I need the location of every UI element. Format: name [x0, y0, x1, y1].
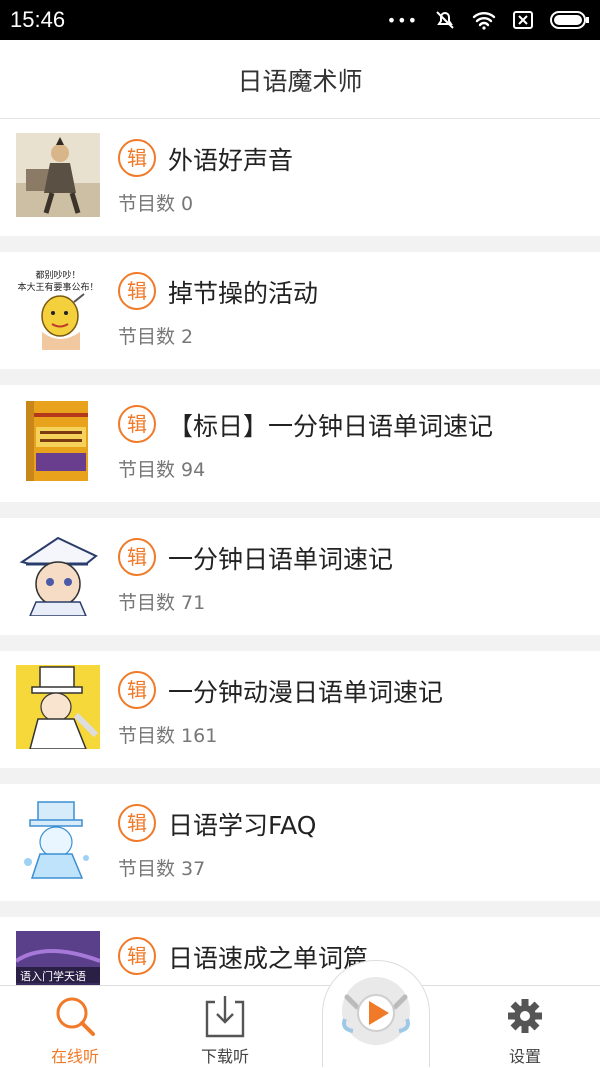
album-badge: 辑 — [118, 272, 156, 310]
album-thumbnail — [16, 665, 100, 749]
status-time: 15:46 — [10, 7, 66, 32]
album-item[interactable]: 辑 外语好声音 节目数 0 — [0, 119, 600, 236]
episode-count-label: 节目数 — [118, 858, 176, 880]
album-badge: 辑 — [118, 139, 156, 177]
album-badge: 辑 — [118, 405, 156, 443]
dots-icon: ••• — [386, 10, 418, 30]
thumb-caption-line2: 本大王有要事公布！ — [17, 281, 98, 293]
tab-download-label: 下载听 — [200, 1047, 249, 1066]
album-item[interactable]: 辑 日语学习FAQ 节目数 37 — [0, 784, 600, 901]
thumb-caption-line1: 都别吵吵！ — [35, 269, 80, 281]
tab-online-label: 在线听 — [50, 1047, 99, 1066]
episode-count-value: 94 — [181, 459, 206, 481]
episode-count-value: 161 — [181, 725, 218, 747]
album-title: 日语学习FAQ — [168, 811, 317, 840]
album-thumbnail — [16, 399, 100, 483]
play-button[interactable] — [322, 960, 430, 1067]
album-badge: 辑 — [118, 671, 156, 709]
album-thumbnail — [16, 532, 100, 616]
tab-online[interactable]: 在线听 — [0, 986, 150, 1068]
album-badge: 辑 — [118, 804, 156, 842]
album-thumbnail — [16, 133, 100, 217]
episode-count-label: 节目数 — [118, 459, 176, 481]
download-icon — [205, 996, 245, 1038]
album-item[interactable]: 辑 一分钟动漫日语单词速记 节目数 161 — [0, 651, 600, 768]
episode-count: 节目数 37 — [118, 854, 205, 881]
album-item[interactable]: 辑 一分钟日语单词速记 节目数 71 — [0, 518, 600, 635]
episode-count-value: 37 — [181, 858, 206, 880]
album-item[interactable]: 辑 【标日】一分钟日语单词速记 节目数 94 — [0, 385, 600, 502]
album-list[interactable]: 辑 外语好声音 节目数 0 都别吵吵！ 本大王有要事公布！ 辑 掉节操的活动 节目… — [0, 119, 600, 985]
battery-icon — [550, 11, 589, 29]
album-title: 外语好声音 — [168, 146, 294, 175]
episode-count-label: 节目数 — [118, 326, 176, 348]
page-title: 日语魔术师 — [237, 67, 363, 96]
episode-count-label: 节目数 — [118, 592, 176, 614]
status-icons: ••• — [387, 8, 590, 32]
episode-count: 节目数 161 — [118, 721, 217, 748]
episode-count-label: 节目数 — [118, 193, 176, 215]
tab-settings[interactable]: 设置 — [450, 986, 600, 1068]
bottom-tab-bar: 在线听 下载听 设置 — [0, 985, 600, 1068]
album-title: 一分钟日语单词速记 — [168, 545, 394, 574]
album-title: 掉节操的活动 — [168, 279, 319, 308]
header: 日语魔术师 — [0, 40, 600, 119]
album-thumbnail: 都别吵吵！ 本大王有要事公布！ — [16, 266, 100, 350]
episode-count: 节目数 71 — [118, 588, 205, 615]
album-title: 【标日】一分钟日语单词速记 — [168, 412, 494, 441]
tab-download[interactable]: 下载听 — [150, 986, 300, 1068]
episode-count-value: 71 — [181, 592, 206, 614]
tab-settings-label: 设置 — [508, 1047, 541, 1066]
episode-count: 节目数 2 — [118, 322, 193, 349]
episode-count-value: 2 — [181, 326, 194, 348]
episode-count: 节目数 94 — [118, 455, 205, 482]
episode-count: 节目数 0 — [118, 189, 193, 216]
status-bar: 15:46 ••• — [0, 0, 600, 40]
mute-icon — [436, 11, 454, 29]
album-item[interactable]: 都别吵吵！ 本大王有要事公布！ 辑 掉节操的活动 节目数 2 — [0, 252, 600, 369]
album-badge: 辑 — [118, 538, 156, 576]
album-title: 一分钟动漫日语单词速记 — [168, 678, 444, 707]
album-badge: 辑 — [118, 937, 156, 975]
album-item[interactable]: 语入门学天语 辑 日语速成之单词篇 — [0, 917, 600, 985]
wifi-icon — [472, 12, 496, 30]
album-thumbnail: 语入门学天语 — [16, 931, 100, 985]
search-icon — [56, 997, 95, 1036]
episode-count-label: 节目数 — [118, 725, 176, 747]
episode-count-value: 0 — [181, 193, 194, 215]
gear-icon — [508, 999, 542, 1033]
thumb-banner-text: 语入门学天语 — [20, 969, 86, 983]
sim-icon — [513, 11, 533, 29]
album-thumbnail — [16, 798, 100, 882]
play-icon — [342, 977, 410, 1045]
